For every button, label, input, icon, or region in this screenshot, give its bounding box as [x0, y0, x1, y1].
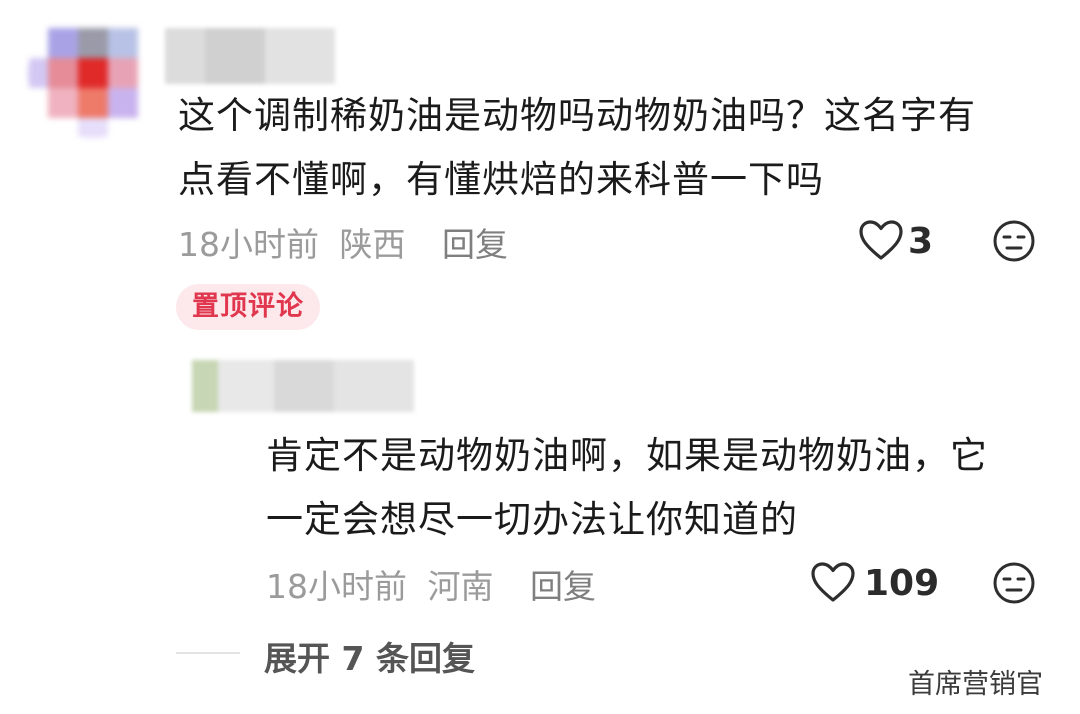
comment-thread: 这个调制稀奶油是动物吗动物奶油吗？这名字有 点看不懂啊，有懂烘焙的来科普一下吗 …: [0, 0, 1080, 714]
divider: [176, 652, 240, 654]
comment-line: 点看不懂啊，有懂烘焙的来科普一下吗: [178, 158, 824, 201]
neutral-face-icon[interactable]: [992, 219, 1036, 263]
expand-replies-button[interactable]: 展开 7 条回复: [264, 632, 475, 680]
comment-line: 这个调制稀奶油是动物吗动物奶油吗？这名字有: [178, 94, 976, 137]
comment-line: 一定会想尽一切办法让你知道的: [266, 498, 798, 541]
reply-text: 肯定不是动物奶油啊，如果是动物奶油，它 一定会想尽一切办法让你知道的: [266, 432, 988, 544]
pinned-comment-badge: 置顶评论: [176, 284, 320, 330]
comment-line: 肯定不是动物奶油啊，如果是动物奶油，它: [266, 434, 988, 477]
comment-meta: 18小时前 河南: [266, 560, 494, 608]
heart-outline-icon[interactable]: [810, 561, 856, 603]
avatar[interactable]: [28, 10, 158, 138]
like-count: 3: [908, 221, 934, 262]
comment-text: 这个调制稀奶油是动物吗动物奶油吗？这名字有 点看不懂啊，有懂烘焙的来科普一下吗: [178, 92, 976, 204]
like-count: 109: [864, 563, 940, 604]
watermark: 首席营销官: [908, 669, 1043, 700]
neutral-face-icon[interactable]: [992, 561, 1036, 605]
username-blurred[interactable]: [192, 360, 414, 412]
location: 陕西: [339, 225, 406, 264]
reply-button[interactable]: 回复: [530, 560, 596, 608]
timestamp: 18小时前: [178, 225, 319, 264]
location: 河南: [427, 567, 494, 606]
heart-outline-icon[interactable]: [858, 219, 904, 261]
comment-meta: 18小时前 陕西: [178, 218, 406, 266]
reply-button[interactable]: 回复: [442, 218, 508, 266]
username-blurred[interactable]: [165, 28, 335, 86]
timestamp: 18小时前: [266, 567, 407, 606]
